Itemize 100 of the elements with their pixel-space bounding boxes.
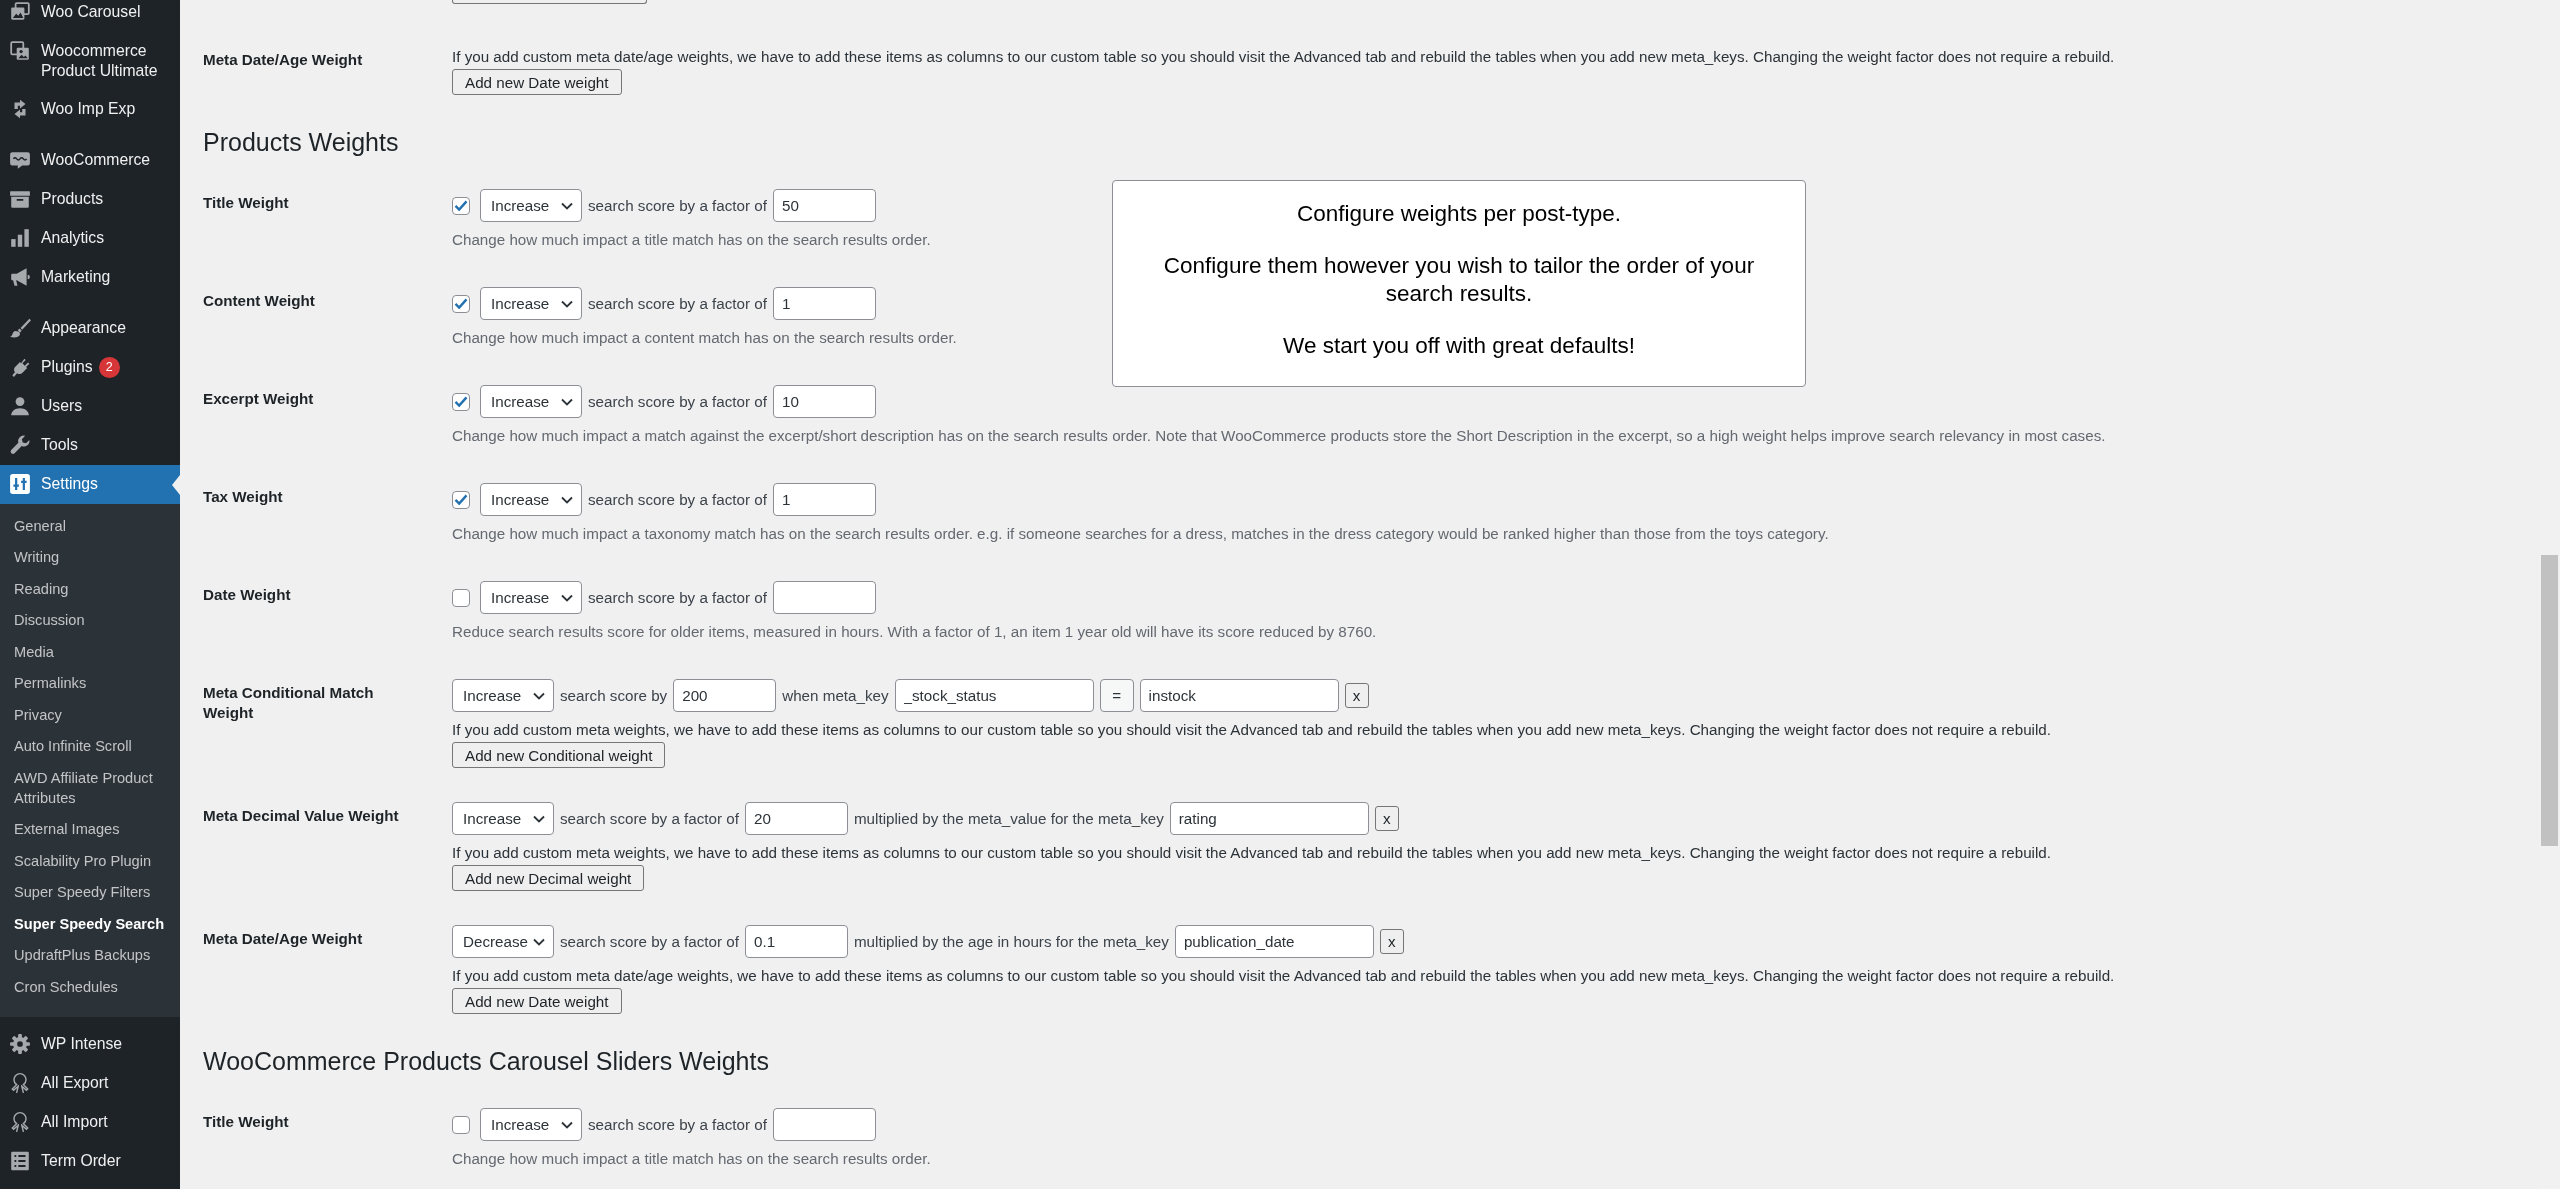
dropdown[interactable]: Increase bbox=[480, 483, 582, 516]
submenu-item[interactable]: UpdraftPlus Backups bbox=[0, 939, 180, 972]
submenu-item[interactable]: External Images bbox=[0, 813, 180, 846]
menu-item[interactable]: Settings bbox=[0, 465, 180, 505]
menu-item[interactable]: Appearance bbox=[0, 309, 180, 349]
chevron-down-icon bbox=[561, 593, 573, 602]
add-button[interactable]: Add new Date weight bbox=[452, 988, 622, 1014]
pointer-icon bbox=[172, 474, 180, 495]
checkbox[interactable] bbox=[452, 1115, 470, 1134]
list-icon bbox=[9, 1149, 31, 1172]
dropdown[interactable]: Decrease bbox=[452, 925, 554, 958]
checkbox[interactable] bbox=[452, 294, 470, 313]
submenu-item[interactable]: Reading bbox=[0, 573, 180, 605]
dropdown[interactable]: Increase bbox=[452, 679, 554, 712]
submenu-item[interactable]: Super Speedy Filters bbox=[0, 876, 180, 909]
checkbox[interactable] bbox=[452, 196, 470, 215]
submenu-item[interactable]: Cron Schedules bbox=[0, 971, 180, 1003]
dropdown[interactable]: Increase bbox=[480, 385, 582, 418]
dropdown[interactable]: Increase bbox=[480, 581, 582, 614]
update-count: 2 bbox=[98, 357, 120, 379]
field-text: search score by bbox=[560, 687, 668, 704]
checkmark-icon bbox=[454, 494, 468, 505]
remove-button[interactable]: x bbox=[1379, 929, 1404, 954]
checkmark-icon bbox=[454, 298, 468, 309]
operator-field[interactable]: = bbox=[1099, 679, 1134, 712]
text-field[interactable]: instock bbox=[1139, 679, 1339, 712]
submenu-item[interactable]: Discussion bbox=[0, 604, 180, 637]
number-field[interactable] bbox=[772, 1108, 876, 1141]
field-text: search score by a factor of bbox=[588, 589, 767, 606]
field-description: Reduce search results score for older items, measured in hours. With a factor of 1, an item 1 year old will have its score reduced by 8760. bbox=[452, 622, 1377, 642]
menu-item[interactable]: Term Order bbox=[0, 1141, 180, 1181]
scrollbar-thumb[interactable] bbox=[2541, 555, 2558, 846]
chevron-down-icon bbox=[561, 201, 573, 210]
submenu-item[interactable]: Writing bbox=[0, 541, 180, 574]
submenu-item[interactable]: Scalability Pro Plugin bbox=[0, 845, 180, 877]
field-label: Meta Date/Age Weight bbox=[203, 50, 364, 70]
menu-item[interactable]: Products bbox=[0, 180, 180, 220]
number-field[interactable]: 0.1 bbox=[744, 925, 848, 958]
field-label: Tax Weight bbox=[203, 487, 284, 507]
chevron-down-icon bbox=[561, 397, 573, 406]
menu-item[interactable]: Analytics bbox=[0, 219, 180, 259]
dropdown[interactable]: Increase bbox=[480, 189, 582, 222]
dropdown[interactable]: Increase bbox=[480, 287, 582, 320]
field-text: multiplied by the age in hours for the meta_key bbox=[853, 933, 1169, 950]
number-field[interactable] bbox=[772, 581, 876, 614]
submenu-item[interactable]: Media bbox=[0, 636, 180, 668]
field-label: Meta Decimal Value Weight bbox=[203, 806, 400, 826]
dropdown[interactable]: Increase bbox=[480, 1108, 582, 1141]
menu-item[interactable]: Woo Imp Exp bbox=[0, 90, 180, 130]
menu-item[interactable]: WP Intense bbox=[0, 1024, 180, 1064]
submenu-item[interactable]: AWD Affiliate Product Attributes bbox=[0, 762, 180, 814]
menu-item[interactable]: Users bbox=[0, 387, 180, 427]
checkbox[interactable] bbox=[452, 392, 470, 411]
menu-item[interactable]: Woo Carousel bbox=[0, 0, 180, 32]
checkbox[interactable] bbox=[452, 490, 470, 509]
text-field[interactable]: publication_date bbox=[1174, 925, 1374, 958]
dropdown[interactable]: Increase bbox=[452, 802, 554, 835]
field-description: Change how much impact a title match has on the search results order. bbox=[452, 1149, 931, 1169]
submenu-item[interactable]: Super Speedy Search bbox=[0, 908, 180, 940]
add-button[interactable]: Add new Conditional weight bbox=[452, 742, 666, 768]
field-text: search score by a factor of bbox=[560, 933, 739, 950]
checkbox[interactable] bbox=[452, 588, 470, 607]
remove-button[interactable]: x bbox=[1344, 683, 1369, 708]
field-description: Change how much impact a match against the excerpt/short description has on the search results order. Note that WooCommerce products store the Short Description in the excerpt, so a high weight helps improve search relevancy in most cases. bbox=[452, 426, 2106, 446]
submenu-item[interactable]: Privacy bbox=[0, 699, 180, 731]
text-field[interactable]: rating bbox=[1169, 802, 1369, 835]
field-text: search score by a factor of bbox=[588, 197, 767, 214]
submenu-item[interactable]: Auto Infinite Scroll bbox=[0, 730, 180, 763]
number-field[interactable]: 1 bbox=[772, 287, 876, 320]
number-field[interactable]: 10 bbox=[772, 385, 876, 418]
number-field[interactable]: 200 bbox=[673, 679, 777, 712]
chevron-down-icon bbox=[533, 937, 545, 946]
menu-item[interactable]: Plugins 2 bbox=[0, 348, 180, 388]
number-field[interactable]: 50 bbox=[772, 189, 876, 222]
field-text: search score by a factor of bbox=[588, 491, 767, 508]
field-label: Date Weight bbox=[203, 585, 292, 605]
archive-box-icon bbox=[9, 188, 31, 211]
remove-button[interactable]: x bbox=[1374, 806, 1399, 831]
field-label: Meta Conditional Match Weight bbox=[203, 683, 375, 723]
photos-icon bbox=[9, 40, 31, 62]
field-label: Meta Date/Age Weight bbox=[203, 929, 364, 949]
number-field[interactable]: 1 bbox=[772, 483, 876, 516]
add-button[interactable]: Add new Date weight bbox=[452, 69, 622, 95]
submenu-item[interactable]: General bbox=[0, 510, 180, 542]
cut-off-button[interactable] bbox=[452, 0, 647, 4]
menu-item[interactable]: Tools bbox=[0, 426, 180, 466]
menu-item[interactable]: Woocommerce Product Ultimate bbox=[0, 32, 180, 91]
submenu-item[interactable]: Permalinks bbox=[0, 667, 180, 700]
menu-item[interactable]: WooCommerce bbox=[0, 141, 180, 181]
field-description: Change how much impact a taxonomy match has on the search results order. e.g. if someone searches for a dress, matches in the dress category would be ranked higher than those from the toys category. bbox=[452, 524, 1829, 544]
help-text: If you add custom meta date/age weights, we have to add these items as columns to our custom table so you should visit the Advanced tab and rebuild the tables when you add new meta_keys. Changing the weight factor does not require a rebuild. bbox=[452, 966, 2115, 986]
add-button[interactable]: Add new Decimal weight bbox=[452, 865, 645, 891]
menu-item[interactable]: All Import bbox=[0, 1102, 180, 1142]
menu-item[interactable]: Marketing bbox=[0, 258, 180, 298]
menu-item[interactable]: All Export bbox=[0, 1063, 180, 1103]
help-text: If you add custom meta weights, we have to add these items as columns to our custom table so you should visit the Advanced tab and rebuild the tables when you add new meta_keys. Changing the weight factor does not require a rebuild. bbox=[452, 720, 2051, 740]
text-field[interactable]: _stock_status bbox=[894, 679, 1094, 712]
number-field[interactable]: 20 bbox=[744, 802, 848, 835]
field-description: Change how much impact a title match has on the search results order. bbox=[452, 230, 931, 250]
bar-chart-icon bbox=[9, 227, 31, 250]
